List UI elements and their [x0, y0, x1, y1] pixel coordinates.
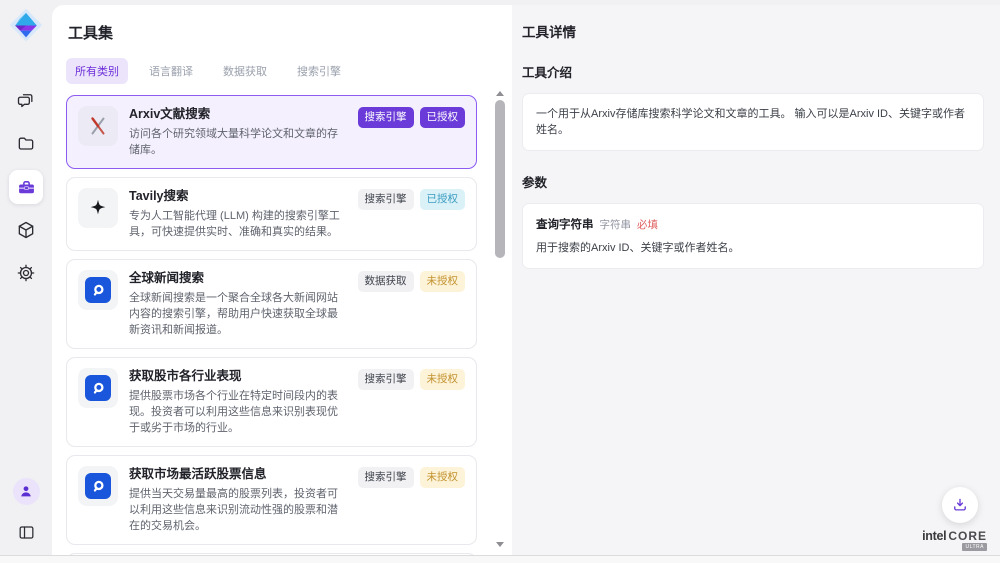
brand-intel: intel — [922, 529, 946, 543]
window-bottom-edge — [0, 555, 1000, 563]
detail-title: 工具详情 — [522, 21, 984, 41]
tool-title: Arxiv文献搜索 — [129, 106, 347, 123]
tool-card-body: Tavily搜索专为人工智能代理 (LLM) 构建的搜索引擎工具，可快速提供实时… — [129, 188, 347, 240]
category-badge: 数据获取 — [358, 271, 414, 292]
sidebar-item-collapse[interactable] — [9, 515, 43, 549]
param-card: 查询字符串 字符串 必填 用于搜索的Arxiv ID、关键字或作者姓名。 — [522, 203, 984, 269]
user-avatar — [18, 483, 34, 499]
news-search-icon — [90, 380, 107, 397]
news-search-icon — [90, 478, 107, 495]
tools-list-panel: 工具集 所有类别语言翻译数据获取搜索引擎 Arxiv文献搜索访问各个研究领域大量… — [52, 5, 512, 555]
category-badge: 搜索引擎 — [358, 369, 414, 390]
tab-data-fetching[interactable]: 数据获取 — [214, 58, 276, 84]
intro-card: 一个用于从Arxiv存储库搜索科学论文和文章的工具。 输入可以是Arxiv ID… — [522, 93, 984, 151]
tool-title: 获取市场最活跃股票信息 — [129, 466, 347, 483]
tavily-icon — [87, 197, 109, 219]
brand-core: CORE — [948, 529, 987, 543]
cube-icon — [16, 220, 36, 240]
params-heading: 参数 — [522, 172, 984, 191]
sidebar-item-chat[interactable] — [9, 84, 43, 118]
news-search-icon — [90, 282, 107, 299]
sidebar-item-user[interactable] — [9, 474, 43, 508]
scroll-up-icon[interactable] — [494, 88, 506, 98]
param-name: 查询字符串 — [536, 216, 594, 232]
tool-card-arxiv[interactable]: Arxiv文献搜索访问各个研究领域大量科学论文和文章的存储库。搜索引擎已授权 — [66, 95, 477, 169]
auth-badge: 已授权 — [420, 107, 466, 128]
param-type: 字符串 — [600, 217, 632, 232]
arxiv-icon — [86, 114, 110, 138]
arxiv-icon — [78, 106, 118, 146]
tool-title: 全球新闻搜索 — [129, 270, 347, 287]
tool-title: 获取股市各行业表现 — [129, 368, 347, 385]
chat-icon — [16, 91, 36, 111]
category-badge: 搜索引擎 — [358, 467, 414, 488]
tool-description: 专为人工智能代理 (LLM) 构建的搜索引擎工具，可快速提供实时、准确和真实的结… — [129, 208, 347, 240]
panel-toggle-icon — [17, 523, 36, 542]
blue-chip — [85, 375, 111, 401]
tool-card-body: 获取股市各行业表现提供股票市场各个行业在特定时间段内的表现。投资者可以利用这些信… — [129, 368, 347, 436]
tool-description: 全球新闻搜索是一个聚合全球各大新闻网站内容的搜索引擎，帮助用户快速获取全球最新资… — [129, 290, 347, 338]
sidebar-item-models[interactable] — [9, 213, 43, 247]
sidebar-item-files[interactable] — [9, 127, 43, 161]
tool-card-most-active-stocks[interactable]: 获取市场最活跃股票信息提供当天交易量最高的股票列表，投资者可以利用这些信息来识别… — [66, 455, 477, 545]
news-search-icon — [78, 270, 118, 310]
tool-badges: 搜索引擎已授权 — [358, 188, 466, 240]
tool-card-body: 全球新闻搜索全球新闻搜索是一个聚合全球各大新闻网站内容的搜索引擎，帮助用户快速获… — [129, 270, 347, 338]
category-badge: 搜索引擎 — [358, 189, 414, 210]
tool-title: Tavily搜索 — [129, 188, 347, 205]
toolbox-icon — [16, 177, 37, 198]
tool-detail-panel: 工具详情 工具介绍 一个用于从Arxiv存储库搜索科学论文和文章的工具。 输入可… — [512, 5, 1000, 555]
left-icon-rail — [0, 0, 52, 563]
list-scrollbar[interactable] — [494, 88, 506, 549]
tool-description: 提供当天交易量最高的股票列表，投资者可以利用这些信息来识别流动性强的股票和潜在的… — [129, 486, 347, 534]
tools-list-title: 工具集 — [68, 22, 512, 43]
tool-badges: 数据获取未授权 — [358, 270, 466, 338]
tool-description: 访问各个研究领域大量科学论文和文章的存储库。 — [129, 126, 347, 158]
tool-cards-list: Arxiv文献搜索访问各个研究领域大量科学论文和文章的存储库。搜索引擎已授权Ta… — [66, 95, 477, 555]
param-desc: 用于搜索的Arxiv ID、关键字或作者姓名。 — [536, 240, 970, 256]
tab-language-translation[interactable]: 语言翻译 — [140, 58, 202, 84]
tool-badges: 搜索引擎已授权 — [358, 106, 466, 158]
avatar — [13, 478, 40, 505]
tool-card-global-news[interactable]: 全球新闻搜索全球新闻搜索是一个聚合全球各大新闻网站内容的搜索引擎，帮助用户快速获… — [66, 259, 477, 349]
intro-text: 一个用于从Arxiv存储库搜索科学论文和文章的工具。 输入可以是Arxiv ID… — [536, 106, 970, 138]
sidebar-item-toolbox[interactable] — [9, 170, 43, 204]
download-button[interactable] — [942, 487, 978, 523]
blue-chip — [85, 277, 111, 303]
scroll-down-icon[interactable] — [494, 539, 506, 549]
auth-badge: 已授权 — [420, 189, 466, 210]
tool-card-body: Arxiv文献搜索访问各个研究领域大量科学论文和文章的存储库。 — [129, 106, 347, 158]
tool-description: 提供股票市场各个行业在特定时间段内的表现。投资者可以利用这些信息来识别表现优于或… — [129, 388, 347, 436]
auth-badge: 未授权 — [420, 369, 466, 390]
intel-core-ultra-logo: intel CORE ULTRA — [922, 529, 987, 551]
download-icon — [951, 496, 969, 514]
sidebar-item-settings[interactable] — [9, 256, 43, 290]
blue-chip — [85, 473, 111, 499]
intro-heading: 工具介绍 — [522, 62, 984, 81]
scrollbar-thumb[interactable] — [495, 100, 505, 258]
tavily-icon — [78, 188, 118, 228]
auth-badge: 未授权 — [420, 467, 466, 488]
param-required-label: 必填 — [637, 217, 658, 232]
tab-all-categories[interactable]: 所有类别 — [66, 58, 128, 84]
tool-card-sector-performance[interactable]: 获取股市各行业表现提供股票市场各个行业在特定时间段内的表现。投资者可以利用这些信… — [66, 357, 477, 447]
tool-badges: 搜索引擎未授权 — [358, 368, 466, 436]
news-search-icon — [78, 368, 118, 408]
brand-ultra-badge: ULTRA — [962, 543, 987, 551]
category-tabs: 所有类别语言翻译数据获取搜索引擎 — [66, 58, 512, 84]
category-badge: 搜索引擎 — [358, 107, 414, 128]
news-search-icon — [78, 466, 118, 506]
tool-card-body: 获取市场最活跃股票信息提供当天交易量最高的股票列表，投资者可以利用这些信息来识别… — [129, 466, 347, 534]
folder-icon — [16, 134, 36, 154]
tool-badges: 搜索引擎未授权 — [358, 466, 466, 534]
auth-badge: 未授权 — [420, 271, 466, 292]
tab-search-engine[interactable]: 搜索引擎 — [288, 58, 350, 84]
main-window: 工具集 所有类别语言翻译数据获取搜索引擎 Arxiv文献搜索访问各个研究领域大量… — [52, 5, 1000, 555]
app-logo — [8, 7, 44, 43]
gear-icon — [16, 263, 36, 283]
tool-card-tavily[interactable]: Tavily搜索专为人工智能代理 (LLM) 构建的搜索引擎工具，可快速提供实时… — [66, 177, 477, 251]
